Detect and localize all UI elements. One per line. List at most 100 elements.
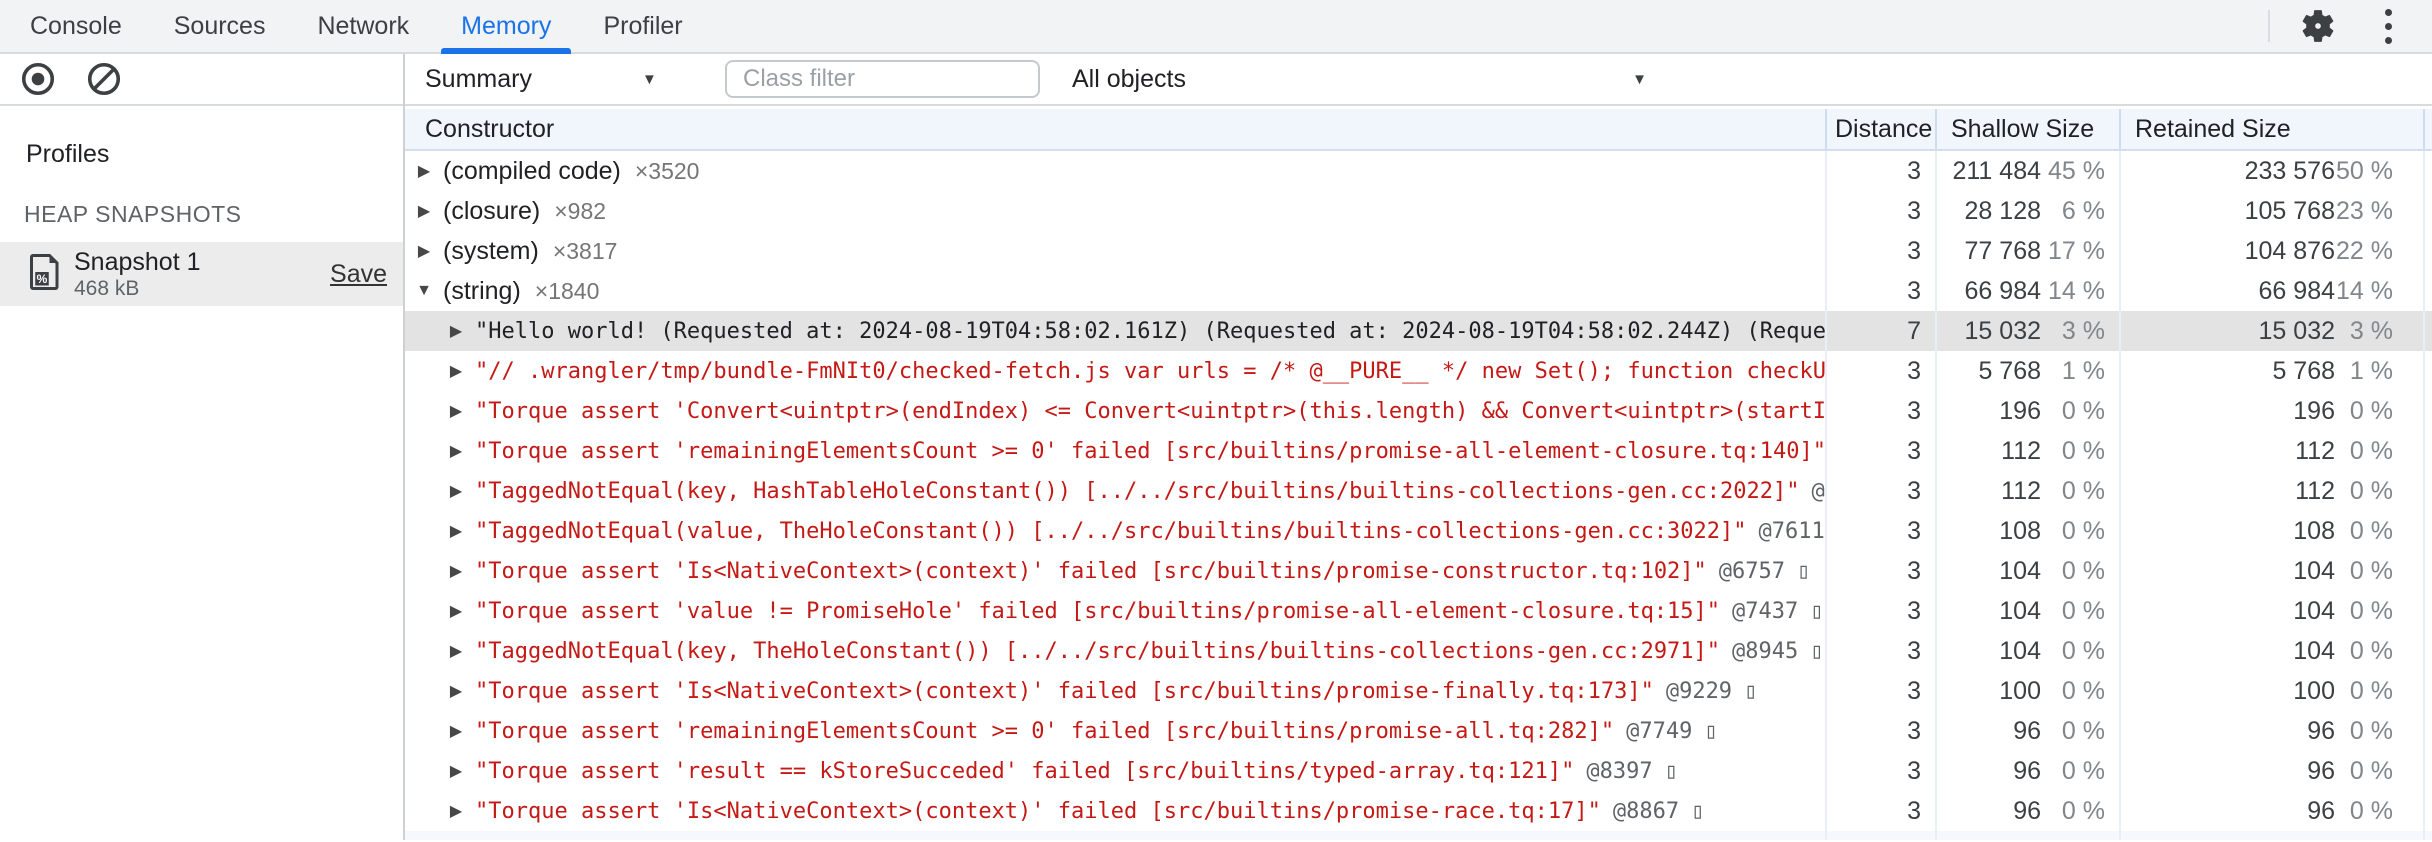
- constructor-cell: ▶ "Torque assert 'value != PromiseHole' f…: [405, 591, 1827, 631]
- row-expand-icon[interactable]: ▶: [447, 521, 465, 541]
- snapshot-size: 468 kB: [74, 277, 140, 300]
- shallow-size-value: 15 032: [1964, 316, 2041, 345]
- objects-select[interactable]: All objects ▼: [1072, 65, 1657, 94]
- retained-size-value: 96: [2307, 716, 2335, 745]
- retained-size-value: 108: [2293, 516, 2335, 545]
- row-expand-icon[interactable]: ▶: [447, 361, 465, 381]
- row-expand-icon[interactable]: ▶: [415, 241, 433, 261]
- retained-size-percent: 1 %: [2349, 356, 2393, 385]
- shallow-size-cell: 211 484 45 %: [1937, 151, 2121, 191]
- retained-size-cell: 15 032 3 %: [2121, 311, 2425, 351]
- retained-size-value: 96: [2307, 796, 2335, 825]
- row-gutter: [2425, 391, 2432, 431]
- column-header-retained-size[interactable]: Retained Size: [2121, 109, 2425, 149]
- row-expand-icon[interactable]: ▶: [447, 801, 465, 821]
- record-heap-icon[interactable]: [16, 57, 60, 101]
- distance-value: 3: [1907, 676, 1921, 705]
- shallow-size-value: 112: [2001, 476, 2041, 505]
- table-row[interactable]: ▶ (closure) ×982 3 28 128 6 % 105 768 23 %: [405, 191, 2432, 231]
- table-row[interactable]: ▶ "Torque assert 'result == kStoreSuccede…: [405, 751, 2432, 791]
- retained-size-percent: 14 %: [2336, 276, 2393, 305]
- perspective-select[interactable]: Summary ▼: [425, 65, 725, 94]
- tab-profiler[interactable]: Profiler: [577, 0, 708, 52]
- table-row[interactable]: ▶ "Torque assert 'Convert<uintptr>(endInd…: [405, 391, 2432, 431]
- column-header-distance[interactable]: Distance: [1827, 109, 1937, 149]
- column-header-shallow-size[interactable]: Shallow Size: [1937, 109, 2121, 149]
- table-row[interactable]: ▶ "Torque assert 'value != PromiseHole' f…: [405, 591, 2432, 631]
- column-header-constructor[interactable]: Constructor: [405, 109, 1827, 149]
- row-expand-icon[interactable]: ▶: [447, 641, 465, 661]
- constructor-cell: ▶ (system) ×3817: [405, 231, 1827, 271]
- grid-body: ▶ (compiled code) ×3520 3 211 484 45 % 233 576…: [405, 151, 2432, 840]
- retained-size-cell: 66 984 14 %: [2121, 271, 2425, 311]
- row-gutter: [2425, 551, 2432, 591]
- shallow-size-cell: 66 984 14 %: [1937, 271, 2121, 311]
- constructor-cell: ▶ (closure) ×982: [405, 191, 1827, 231]
- distance-cell: 3: [1827, 231, 1937, 271]
- row-expand-icon[interactable]: ▶: [447, 681, 465, 701]
- constructor-cell: ▶ "Torque assert 'Is<NativeContext>(conte…: [405, 551, 1827, 591]
- constructor-cell: ▶ "TaggedNotEqual(key, HashTableHoleConst…: [405, 471, 1827, 511]
- retained-size-cell: 105 768 23 %: [2121, 191, 2425, 231]
- profiles-toolbar: [0, 54, 403, 106]
- table-row[interactable]: ▶ "TaggedNotEqual(key, TheHoleConstant())…: [405, 631, 2432, 671]
- table-row[interactable]: ▶ "Torque assert 'Is<NativeContext>(conte…: [405, 551, 2432, 591]
- retained-size-value: 66 984: [2258, 276, 2335, 305]
- distance-value: 3: [1907, 636, 1921, 665]
- memory-main-pane: Summary ▼ All objects ▼ Constructor Dist…: [405, 54, 2432, 840]
- row-expand-icon[interactable]: ▶: [447, 321, 465, 341]
- snapshot-save-link[interactable]: Save: [330, 260, 387, 289]
- table-row[interactable]: ▶ "Hello world! (Requested at: 2024-08-19…: [405, 311, 2432, 351]
- table-row[interactable]: ▶ "Torque assert 'Is<NativeContext>(conte…: [405, 791, 2432, 831]
- table-row[interactable]: ▼ (string) ×1840 3 66 984 14 % 66 984 14 %: [405, 271, 2432, 311]
- row-expand-icon[interactable]: ▶: [447, 721, 465, 741]
- constructor-name: (closure): [443, 196, 541, 225]
- table-row[interactable]: ▶ "TaggedNotEqual(value, TheHoleConstant(…: [405, 511, 2432, 551]
- row-gutter: [2425, 431, 2432, 471]
- filler-cell: [405, 831, 1827, 840]
- tab-sources[interactable]: Sources: [148, 0, 292, 52]
- table-row[interactable]: ▶ "Torque assert 'Is<NativeContext>(conte…: [405, 671, 2432, 711]
- string-value: "TaggedNotEqual(value, TheHoleConstant()…: [475, 518, 1747, 544]
- settings-gear-icon[interactable]: [2296, 4, 2340, 48]
- table-row[interactable]: ▶ "Torque assert 'remainingElementsCount …: [405, 431, 2432, 471]
- string-value: "Torque assert 'value != PromiseHole' fa…: [475, 598, 1721, 624]
- table-row[interactable]: ▶ "TaggedNotEqual(key, HashTableHoleConst…: [405, 471, 2432, 511]
- table-row[interactable]: ▶ (compiled code) ×3520 3 211 484 45 % 233 576…: [405, 151, 2432, 191]
- table-row[interactable]: ▶ "Torque assert 'remainingElementsCount …: [405, 711, 2432, 751]
- row-expand-icon[interactable]: ▶: [447, 561, 465, 581]
- objects-select-value: All objects: [1072, 64, 1186, 93]
- distance-value: 3: [1907, 796, 1921, 825]
- constructor-cell: ▶ "TaggedNotEqual(value, TheHoleConstant(…: [405, 511, 1827, 551]
- tab-network[interactable]: Network: [291, 0, 435, 52]
- retained-size-percent: 0 %: [2349, 636, 2393, 665]
- row-gutter: [2425, 591, 2432, 631]
- row-expand-icon[interactable]: ▶: [447, 601, 465, 621]
- row-expand-icon[interactable]: ▶: [447, 761, 465, 781]
- distance-cell: 3: [1827, 711, 1937, 751]
- shallow-size-value: 96: [2013, 756, 2041, 785]
- retained-size-value: 104 876: [2244, 236, 2335, 265]
- row-expand-icon[interactable]: ▶: [415, 201, 433, 221]
- row-expand-icon[interactable]: ▶: [447, 401, 465, 421]
- clear-all-icon[interactable]: [82, 57, 126, 101]
- table-row[interactable]: ▶ (system) ×3817 3 77 768 17 % 104 876 22 %: [405, 231, 2432, 271]
- shallow-size-percent: 0 %: [2061, 476, 2105, 505]
- row-expand-icon[interactable]: ▶: [447, 481, 465, 501]
- string-value: "Torque assert 'result == kStoreSucceded…: [475, 758, 1575, 784]
- more-vertical-icon[interactable]: [2366, 4, 2410, 48]
- tabbar-right-controls: [2268, 0, 2432, 52]
- tab-console[interactable]: Console: [4, 0, 148, 52]
- constructor-name: (system): [443, 236, 539, 265]
- row-expand-icon[interactable]: ▶: [415, 161, 433, 181]
- row-expand-icon[interactable]: ▼: [415, 282, 433, 300]
- retained-size-cell: 96 0 %: [2121, 791, 2425, 831]
- table-row[interactable]: ▶ "// .wrangler/tmp/bundle-FmNIt0/checked…: [405, 351, 2432, 391]
- row-expand-icon[interactable]: ▶: [447, 441, 465, 461]
- object-link-box: ▯: [1664, 758, 1678, 784]
- snapshot-list-item[interactable]: % Snapshot 1 468 kB Save: [0, 242, 403, 306]
- class-filter-input[interactable]: [725, 60, 1040, 98]
- shallow-size-percent: 0 %: [2061, 756, 2105, 785]
- tab-memory[interactable]: Memory: [435, 0, 577, 54]
- memory-toolbar: Summary ▼ All objects ▼: [405, 54, 2432, 106]
